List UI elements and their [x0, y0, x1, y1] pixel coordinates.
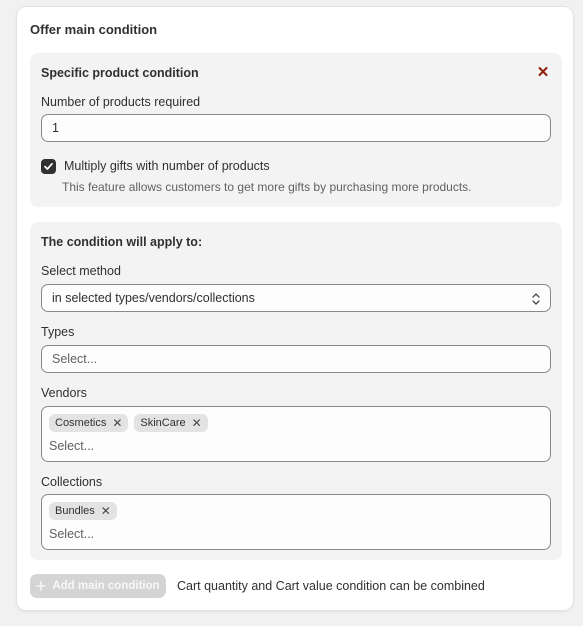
plus-icon: [36, 581, 47, 591]
chevron-updown-icon: [532, 293, 540, 305]
multiply-gifts-help: This feature allows customers to get mor…: [62, 180, 472, 194]
collections-placeholder[interactable]: Select...: [49, 527, 94, 541]
combine-note: Cart quantity and Cart value condition c…: [177, 579, 485, 593]
collection-tag: Bundles ✕: [49, 502, 117, 520]
vendors-label: Vendors: [41, 386, 87, 400]
collections-label: Collections: [41, 475, 103, 489]
remove-tag-icon[interactable]: ✕: [192, 417, 202, 429]
close-icon[interactable]: ✕: [536, 65, 550, 80]
num-products-value: 1: [52, 121, 59, 135]
multiply-gifts-label: Multiply gifts with number of products: [64, 159, 270, 173]
types-placeholder: Select...: [52, 352, 98, 366]
offer-main-condition-card: Offer main condition Specific product co…: [16, 6, 574, 611]
types-input[interactable]: Select...: [41, 345, 551, 373]
tag-label: SkinCare: [140, 417, 186, 429]
remove-tag-icon[interactable]: ✕: [112, 417, 122, 429]
add-main-condition-label: Add main condition: [52, 580, 160, 592]
panel-title: Specific product condition: [41, 66, 199, 80]
vendor-tag: Cosmetics ✕: [49, 414, 129, 432]
add-main-condition-button[interactable]: Add main condition: [30, 574, 166, 598]
select-method-label: Select method: [41, 264, 121, 278]
select-method-value: in selected types/vendors/collections: [52, 291, 255, 305]
panel-title: The condition will apply to:: [41, 235, 203, 249]
num-products-input[interactable]: 1: [41, 114, 551, 142]
collections-multiselect[interactable]: Bundles ✕ Select...: [41, 494, 551, 550]
card-title: Offer main condition: [30, 22, 158, 37]
tag-label: Cosmetics: [55, 417, 107, 429]
multiply-gifts-checkbox[interactable]: [41, 159, 56, 174]
vendors-placeholder[interactable]: Select...: [49, 439, 94, 453]
vendors-tags: Cosmetics ✕ SkinCare ✕: [49, 414, 208, 432]
select-method-dropdown[interactable]: in selected types/vendors/collections: [41, 284, 551, 312]
apply-to-panel: The condition will apply to: Select meth…: [30, 222, 562, 560]
vendors-multiselect[interactable]: Cosmetics ✕ SkinCare ✕ Select...: [41, 406, 551, 462]
checkmark-icon: [44, 162, 53, 170]
collections-tags: Bundles ✕: [49, 502, 117, 520]
tag-label: Bundles: [55, 505, 95, 517]
specific-product-condition-panel: Specific product condition ✕ Number of p…: [30, 53, 562, 207]
vendor-tag: SkinCare ✕: [134, 414, 208, 432]
types-label: Types: [41, 325, 75, 339]
remove-tag-icon[interactable]: ✕: [101, 505, 111, 517]
num-products-label: Number of products required: [41, 95, 201, 109]
